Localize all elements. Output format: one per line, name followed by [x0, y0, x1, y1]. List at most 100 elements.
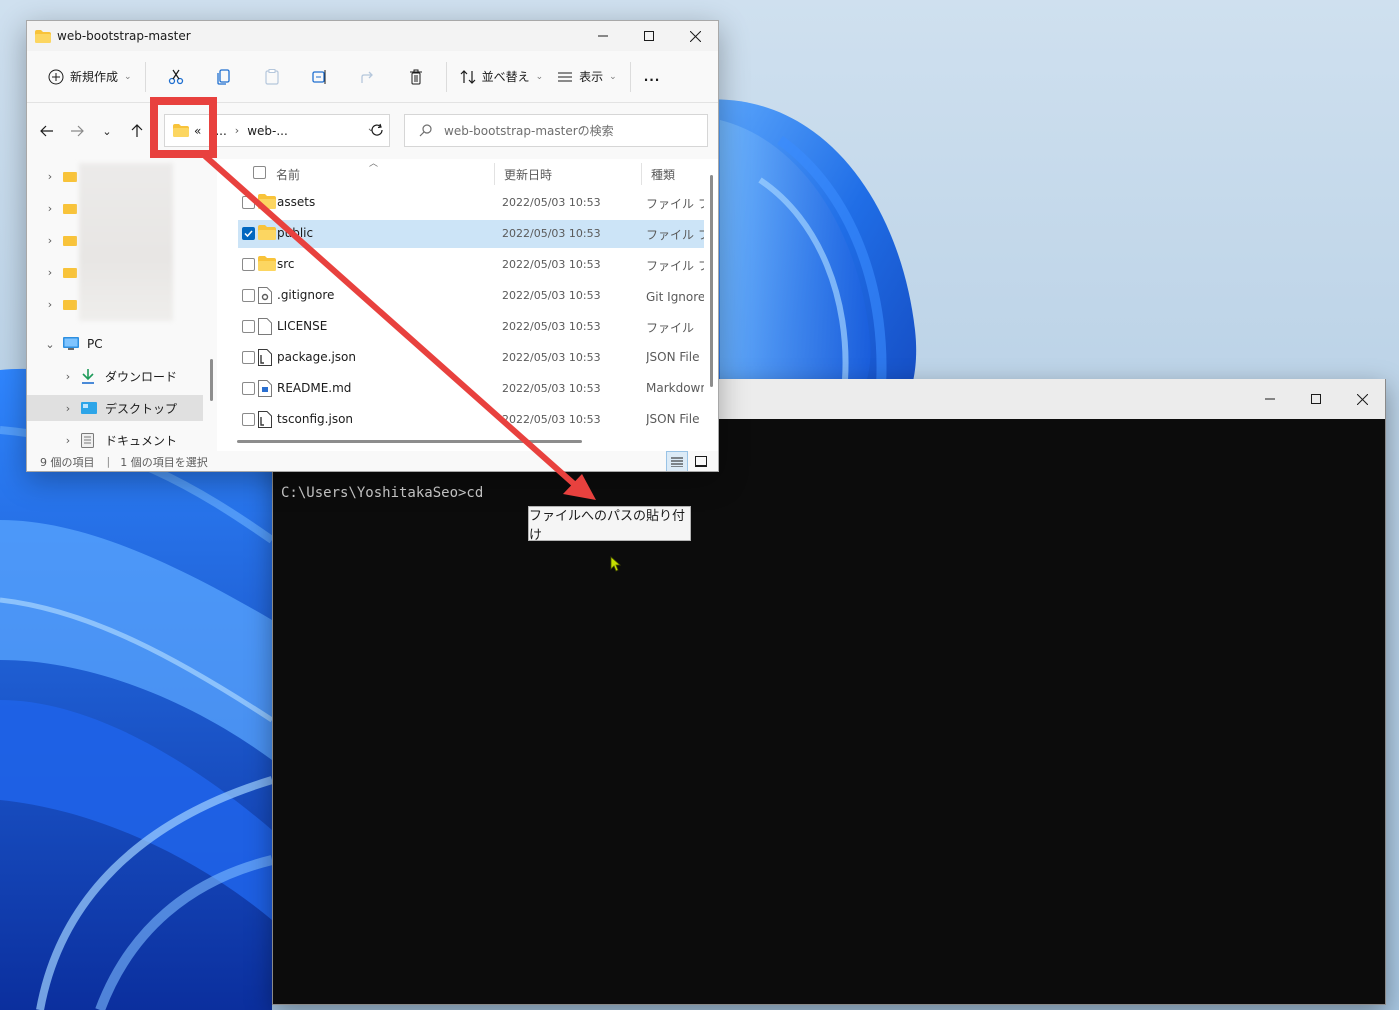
file-name: package.json — [277, 350, 357, 364]
paste-button[interactable] — [248, 61, 296, 93]
file-row[interactable]: package.json 2022/05/03 10:53 JSON File — [238, 344, 704, 372]
row-checkbox[interactable] — [242, 320, 255, 333]
rename-button[interactable] — [296, 61, 344, 93]
chevron-down-icon: ⌄ — [609, 71, 617, 82]
select-all-checkbox[interactable] — [253, 166, 266, 179]
large-icons-view-button[interactable] — [690, 451, 712, 471]
close-button[interactable] — [672, 21, 718, 51]
chevron-right-icon[interactable]: › — [41, 202, 59, 215]
file-row[interactable]: tsconfig.json 2022/05/03 10:53 JSON File — [238, 406, 704, 434]
delete-button[interactable] — [392, 61, 440, 93]
chevron-right-icon[interactable]: › — [59, 402, 77, 415]
address-crumb-current[interactable]: web-... — [247, 124, 288, 138]
arrow-left-icon — [40, 125, 53, 137]
back-button[interactable] — [32, 116, 62, 146]
minimize-icon — [598, 35, 608, 37]
chevron-right-icon[interactable]: › — [59, 370, 77, 383]
maximize-button[interactable] — [1293, 379, 1339, 419]
address-overflow[interactable]: « — [194, 124, 201, 138]
file-list-vertical-scrollbar[interactable] — [710, 175, 713, 387]
navigation-bar: ⌄ « ... › web-... ⌄ web-bootstrap-master… — [27, 103, 718, 159]
copy-icon — [216, 68, 230, 85]
column-header-type[interactable]: 種類 — [651, 166, 675, 183]
more-options-button[interactable]: ... — [637, 61, 668, 93]
cut-button[interactable] — [152, 61, 200, 93]
up-button[interactable] — [122, 116, 152, 146]
chevron-right-icon[interactable]: › — [41, 298, 59, 311]
chevron-right-icon[interactable]: › — [41, 170, 59, 183]
file-type: ファイル フォルダー — [646, 228, 704, 242]
toolbar-divider — [144, 61, 146, 92]
toolbar-divider — [629, 61, 631, 92]
row-checkbox[interactable] — [242, 289, 255, 302]
status-divider: | — [106, 455, 111, 468]
maximize-button[interactable] — [626, 21, 672, 51]
file-type: ファイル — [646, 321, 695, 335]
terminal-window[interactable]: C:\Users\YoshitakaSeo>cd ファイルへのパスの貼り付け — [272, 379, 1386, 1005]
file-list-header: ︿ 名前 更新日時 種類 — [223, 159, 717, 187]
file-row[interactable]: LICENSE 2022/05/03 10:53 ファイル — [238, 313, 704, 341]
sidebar-item-downloads[interactable]: › ダウンロード — [27, 363, 203, 389]
new-button[interactable]: 新規作成 ⌄ — [41, 61, 139, 93]
document-icon — [81, 432, 94, 448]
maximize-icon — [644, 31, 654, 41]
scissors-icon — [168, 69, 183, 84]
recent-locations-button[interactable]: ⌄ — [92, 116, 122, 146]
file-row[interactable]: README.md 2022/05/03 10:53 Markdown — [238, 375, 704, 403]
column-divider[interactable] — [641, 163, 642, 185]
file-row[interactable]: src 2022/05/03 10:53 ファイル フォルダー — [238, 251, 704, 279]
refresh-button[interactable] — [363, 116, 391, 144]
maximize-icon — [1311, 394, 1321, 404]
explorer-titlebar[interactable]: web-bootstrap-master — [27, 21, 718, 51]
file-list-horizontal-scrollbar[interactable] — [237, 440, 582, 443]
sidebar-item-label: ダウンロード — [105, 369, 178, 384]
row-checkbox[interactable] — [242, 196, 255, 209]
sidebar-item-pc[interactable]: ⌄ PC — [27, 331, 203, 357]
chevron-right-icon: › — [234, 124, 240, 137]
window-title: web-bootstrap-master — [57, 29, 191, 43]
minimize-button[interactable] — [1247, 379, 1293, 419]
chevron-right-icon[interactable]: › — [59, 434, 77, 447]
desktop-icon — [81, 402, 97, 414]
sort-button[interactable]: 並べ替え ⌄ — [453, 61, 551, 93]
minimize-button[interactable] — [580, 21, 626, 51]
terminal-prompt[interactable]: C:\Users\YoshitakaSeo>cd — [281, 485, 483, 501]
sidebar-item-desktop[interactable]: › デスクトップ — [27, 395, 203, 421]
view-button[interactable]: 表示 ⌄ — [550, 61, 624, 93]
folder-icon — [173, 124, 189, 137]
file-row[interactable]: .gitignore 2022/05/03 10:53 Git Ignore ソース — [238, 282, 704, 310]
file-row[interactable]: assets 2022/05/03 10:53 ファイル フォルダー — [238, 189, 704, 217]
address-crumb-parent[interactable]: ... — [215, 124, 226, 138]
file-name: assets — [277, 195, 316, 209]
sidebar-scrollbar[interactable] — [210, 359, 213, 401]
chevron-right-icon[interactable]: › — [41, 266, 59, 279]
computer-icon — [63, 337, 79, 350]
file-explorer-window[interactable]: web-bootstrap-master 新規作成 ⌄ 並べ替え ⌄ 表示 ⌄ … — [26, 20, 719, 472]
new-label: 新規作成 — [70, 70, 119, 84]
sort-label: 並べ替え — [481, 70, 530, 84]
search-input[interactable]: web-bootstrap-masterの検索 — [404, 114, 708, 147]
row-checkbox[interactable] — [242, 258, 255, 271]
address-bar[interactable]: « ... › web-... ⌄ — [164, 114, 390, 147]
plus-circle-icon — [48, 69, 64, 84]
folder-icon — [258, 225, 276, 243]
row-checkbox[interactable] — [242, 227, 255, 240]
file-modified-date: 2022/05/03 10:53 — [502, 382, 601, 395]
file-row[interactable]: public 2022/05/03 10:53 ファイル フォルダー — [238, 220, 704, 248]
sidebar-item-label: PC — [87, 337, 103, 351]
sidebar-item-documents[interactable]: › ドキュメント — [27, 427, 203, 451]
row-checkbox[interactable] — [242, 351, 255, 364]
row-checkbox[interactable] — [242, 382, 255, 395]
column-header-date[interactable]: 更新日時 — [504, 166, 552, 183]
forward-button[interactable] — [62, 116, 92, 146]
column-divider[interactable] — [494, 163, 495, 185]
close-button[interactable] — [1339, 379, 1385, 419]
chevron-down-icon[interactable]: ⌄ — [41, 338, 59, 351]
share-button[interactable] — [344, 61, 392, 93]
chevron-right-icon[interactable]: › — [41, 234, 59, 247]
arrow-right-icon — [71, 125, 84, 137]
copy-button[interactable] — [200, 61, 248, 93]
details-view-button[interactable] — [666, 451, 688, 471]
row-checkbox[interactable] — [242, 413, 255, 426]
column-header-name[interactable]: 名前 — [276, 166, 300, 183]
